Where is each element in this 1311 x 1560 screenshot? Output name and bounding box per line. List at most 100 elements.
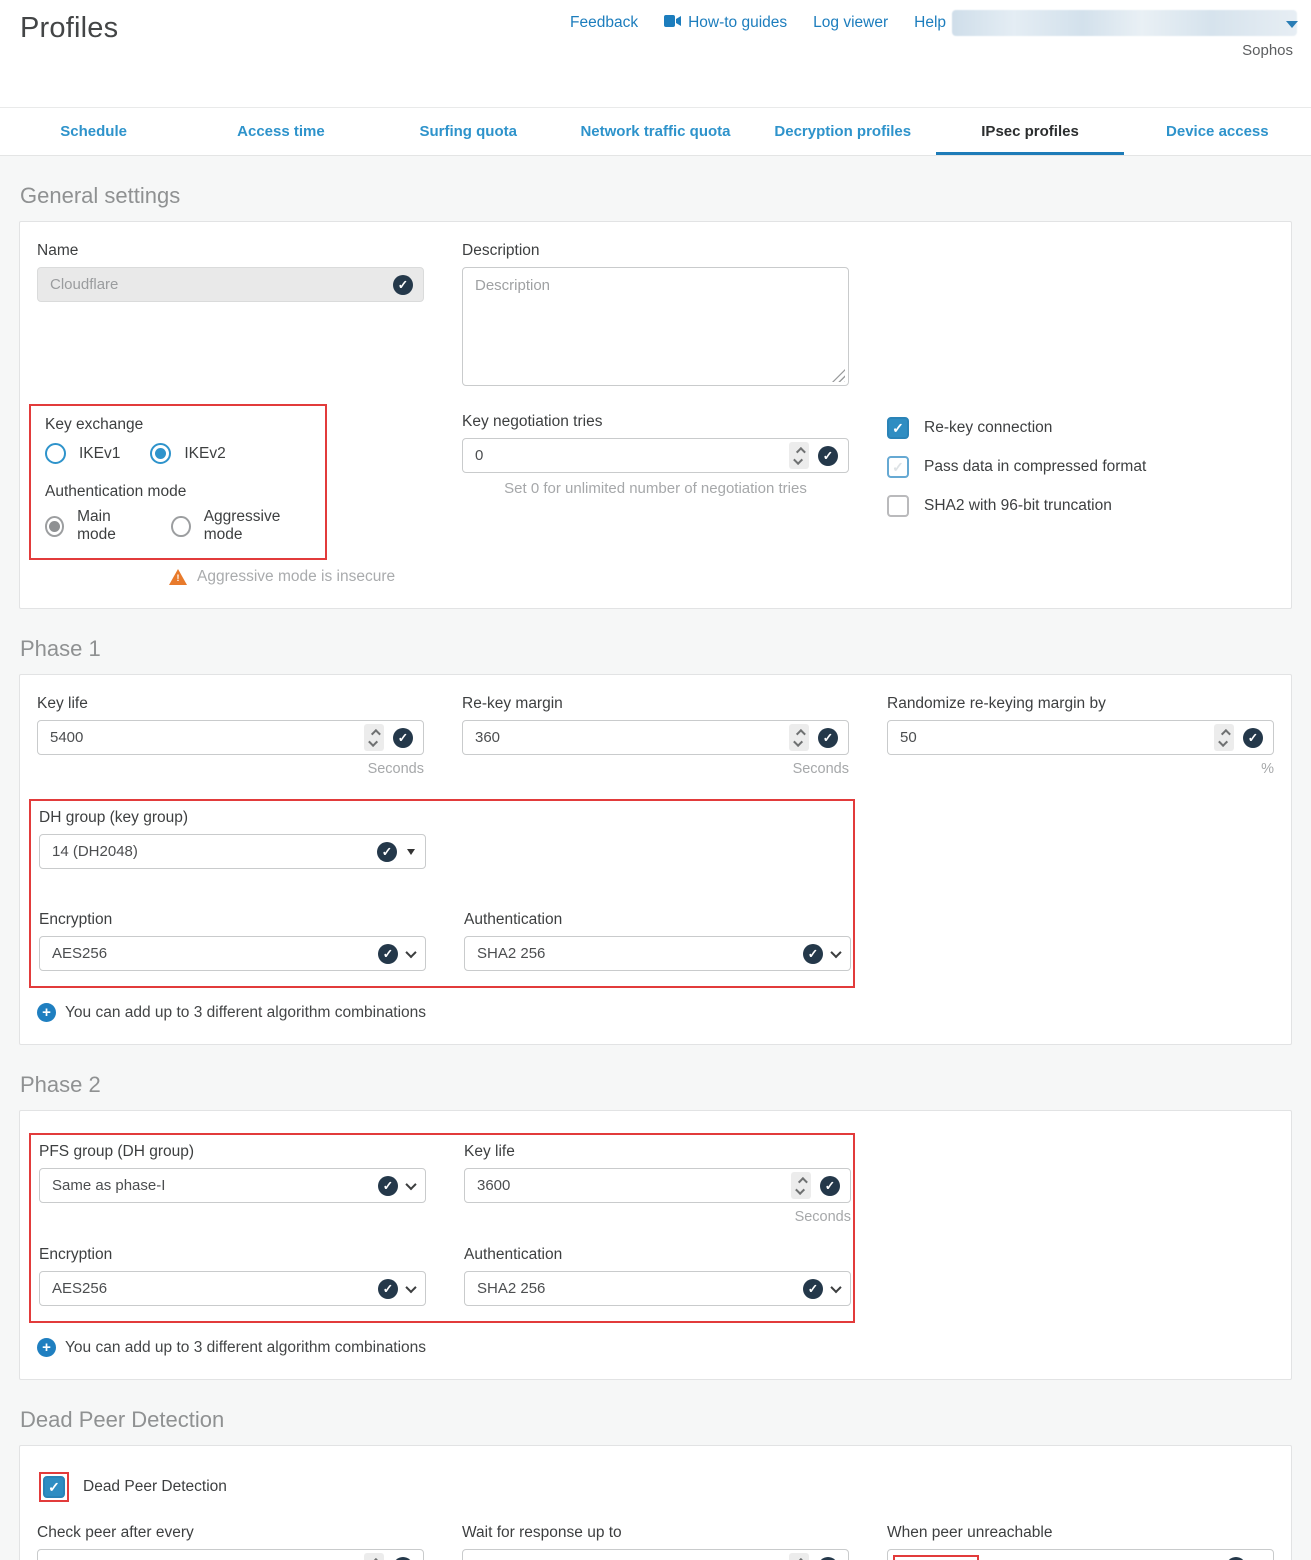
key-negotiation-label: Key negotiation tries — [462, 413, 849, 431]
when-unreachable-select[interactable]: Re-initiate ✓ — [887, 1549, 1274, 1560]
checkbox-disabled-icon: ✓ — [887, 495, 909, 517]
p2-key-life-input[interactable]: 3600 ✓ — [464, 1168, 851, 1203]
add-icon[interactable]: + — [37, 1338, 56, 1357]
radio-aggressive-mode: Aggressive mode — [171, 508, 311, 544]
radio-icon — [45, 443, 66, 464]
description-label: Description — [462, 242, 849, 260]
valid-check-icon: ✓ — [803, 1279, 823, 1299]
number-stepper[interactable] — [791, 1172, 811, 1199]
chevron-down-icon — [830, 946, 841, 957]
chevron-down-icon — [830, 1281, 841, 1292]
valid-check-icon: ✓ — [378, 1176, 398, 1196]
radio-ikev2[interactable]: IKEv2 — [150, 443, 225, 464]
header-links: Feedback How-to guides Log viewer Help — [570, 14, 946, 32]
help-link[interactable]: Help — [914, 14, 946, 32]
number-stepper[interactable] — [364, 724, 384, 751]
number-stepper[interactable] — [789, 724, 809, 751]
add-icon[interactable]: + — [37, 1003, 56, 1022]
annotation-box-reinitiate: Re-initiate — [893, 1555, 979, 1560]
p1-authentication-label: Authentication — [464, 911, 851, 929]
randomize-unit: % — [887, 761, 1274, 777]
tab-access-time[interactable]: Access time — [187, 108, 374, 155]
tab-schedule[interactable]: Schedule — [0, 108, 187, 155]
p1-key-life-unit: Seconds — [37, 761, 424, 777]
when-unreachable-label: When peer unreachable — [887, 1524, 1274, 1542]
chevron-down-icon — [405, 946, 416, 957]
phase2-heading: Phase 2 — [20, 1072, 1292, 1098]
p1-add-combination: + You can add up to 3 different algorith… — [37, 1003, 1274, 1022]
key-negotiation-helper: Set 0 for unlimited number of negotiatio… — [462, 480, 849, 497]
tab-device-access[interactable]: Device access — [1124, 108, 1311, 155]
video-camera-icon — [664, 14, 681, 32]
brand-label: Sophos — [1242, 42, 1293, 59]
number-stepper[interactable] — [789, 442, 809, 469]
user-account-dropdown[interactable] — [952, 10, 1297, 36]
randomize-label: Randomize re-keying margin by — [887, 695, 1274, 713]
valid-check-icon: ✓ — [378, 1279, 398, 1299]
check-peer-input[interactable]: 30 ✓ — [37, 1549, 424, 1560]
checkbox-rekey-connection[interactable]: ✓ Re-key connection — [887, 417, 1274, 439]
valid-check-icon: ✓ — [818, 446, 838, 466]
chevron-down-icon — [1286, 21, 1298, 28]
name-label: Name — [37, 242, 424, 260]
randomize-input[interactable]: 50 ✓ — [887, 720, 1274, 755]
tab-decryption-profiles[interactable]: Decryption profiles — [749, 108, 936, 155]
number-stepper[interactable] — [1214, 724, 1234, 751]
checkbox-checked-icon: ✓ — [887, 417, 909, 439]
p2-authentication-select[interactable]: SHA2 256 ✓ — [464, 1271, 851, 1306]
checkbox-unchecked-icon: ✓ — [887, 456, 909, 478]
rekey-margin-label: Re-key margin — [462, 695, 849, 713]
p2-key-life-unit: Seconds — [464, 1209, 851, 1225]
checkbox-sha2-truncation: ✓ SHA2 with 96-bit truncation — [887, 495, 1274, 517]
p2-add-combination: + You can add up to 3 different algorith… — [37, 1338, 1274, 1357]
p2-encryption-select[interactable]: AES256 ✓ — [39, 1271, 426, 1306]
p1-key-life-input[interactable]: 5400 ✓ — [37, 720, 424, 755]
chevron-down-icon — [405, 1281, 416, 1292]
radio-selected-disabled-icon — [45, 516, 64, 537]
name-input: Cloudflare ✓ — [37, 267, 424, 302]
radio-disabled-icon — [171, 516, 190, 537]
number-stepper[interactable] — [364, 1553, 384, 1560]
tab-bar: Schedule Access time Surfing quota Netwo… — [0, 107, 1311, 156]
aggressive-mode-warning: ! Aggressive mode is insecure — [169, 568, 424, 586]
resize-grip-icon[interactable] — [832, 369, 845, 382]
rekey-margin-input[interactable]: 360 ✓ — [462, 720, 849, 755]
dropdown-triangle-icon — [407, 849, 415, 855]
warning-icon: ! — [169, 569, 187, 585]
p1-authentication-select[interactable]: SHA2 256 ✓ — [464, 936, 851, 971]
key-negotiation-input[interactable]: 0 ✓ — [462, 438, 849, 473]
valid-check-icon: ✓ — [393, 1557, 413, 1560]
phase2-card: PFS group (DH group) Same as phase-I ✓ K… — [19, 1110, 1292, 1380]
log-viewer-link[interactable]: Log viewer — [813, 14, 888, 32]
dh-group-select[interactable]: 14 (DH2048) ✓ — [39, 834, 426, 869]
number-stepper[interactable] — [789, 1553, 809, 1560]
valid-check-icon: ✓ — [393, 728, 413, 748]
radio-main-mode: Main mode — [45, 508, 145, 544]
radio-ikev1[interactable]: IKEv1 — [45, 443, 120, 464]
chevron-down-icon — [405, 1178, 416, 1189]
annotation-box-phase2-algorithms: PFS group (DH group) Same as phase-I ✓ K… — [29, 1133, 855, 1323]
valid-check-icon: ✓ — [378, 944, 398, 964]
tab-network-traffic-quota[interactable]: Network traffic quota — [562, 108, 749, 155]
valid-check-icon: ✓ — [1243, 728, 1263, 748]
checkbox-pass-data-compressed[interactable]: ✓ Pass data in compressed format — [887, 456, 1274, 478]
description-textarea[interactable]: Description — [462, 267, 849, 386]
dpd-toggle-label: Dead Peer Detection — [83, 1478, 227, 1496]
p1-encryption-select[interactable]: AES256 ✓ — [39, 936, 426, 971]
howto-guides-link[interactable]: How-to guides — [664, 14, 787, 32]
general-settings-heading: General settings — [20, 183, 1292, 209]
dpd-checkbox[interactable]: ✓ — [43, 1476, 65, 1498]
valid-check-icon: ✓ — [1226, 1557, 1246, 1560]
p1-key-life-label: Key life — [37, 695, 424, 713]
pfs-group-select[interactable]: Same as phase-I ✓ — [39, 1168, 426, 1203]
tab-surfing-quota[interactable]: Surfing quota — [375, 108, 562, 155]
annotation-box-key-exchange: Key exchange IKEv1 IKEv2 Authentication … — [29, 404, 327, 560]
feedback-link[interactable]: Feedback — [570, 14, 638, 32]
phase1-card: Key life 5400 ✓ Seconds Re-key margin 36… — [19, 674, 1292, 1045]
p1-encryption-label: Encryption — [39, 911, 426, 929]
tab-ipsec-profiles[interactable]: IPsec profiles — [936, 108, 1123, 155]
annotation-box-phase1-algorithms: DH group (key group) 14 (DH2048) ✓ Encry… — [29, 799, 855, 988]
valid-check-icon: ✓ — [377, 842, 397, 862]
annotation-box-dpd-checkbox: ✓ — [39, 1472, 69, 1502]
wait-response-input[interactable]: 120 ✓ — [462, 1549, 849, 1560]
